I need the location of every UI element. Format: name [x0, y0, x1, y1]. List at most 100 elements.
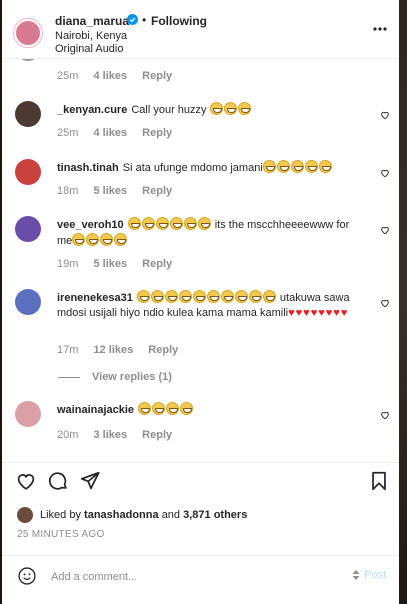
comment-like-icon[interactable]	[380, 168, 390, 178]
comment-body: Si ata ufunge mdomo jamani	[122, 162, 263, 174]
background-strip	[399, 0, 407, 604]
view-replies-button[interactable]: View replies (1)	[58, 371, 172, 383]
commenter-username[interactable]: tinash.tinah	[57, 162, 119, 174]
comment-likes[interactable]: 4 likes	[93, 70, 127, 82]
post-button[interactable]: Post	[364, 569, 386, 581]
post-control: Post	[351, 569, 386, 581]
comment-like-icon[interactable]	[380, 225, 390, 235]
comment-time: 25m	[57, 70, 79, 82]
reply-button[interactable]: Reply	[148, 344, 178, 356]
reply-button[interactable]: Reply	[142, 127, 172, 139]
laughing-emoji-icon	[209, 102, 223, 115]
comment-icon[interactable]	[47, 470, 69, 492]
commenter-avatar[interactable]	[15, 216, 41, 242]
comment-text: tinash.tinah Si ata ufunge mdomo jamani	[57, 160, 367, 176]
post-timestamp[interactable]: 25 MINUTES AGO	[17, 529, 105, 540]
liked-by-prefix: Liked by	[40, 509, 81, 521]
laughing-emoji-icon	[220, 290, 234, 303]
audio-link[interactable]: Original Audio	[55, 43, 124, 55]
laughing-emoji-icon	[166, 402, 180, 415]
author-username[interactable]: diana_marua	[55, 14, 129, 28]
smiley-icon[interactable]	[17, 566, 37, 586]
post-location[interactable]: Nairobi, Kenya	[55, 30, 127, 42]
laughing-emoji-icon	[138, 402, 152, 415]
laughing-emoji-icon	[180, 402, 194, 415]
comment-like-icon[interactable]	[380, 110, 390, 120]
comment-input-divider	[2, 555, 399, 556]
red-heart-icon: ♥	[303, 307, 310, 319]
share-icon[interactable]	[79, 470, 101, 492]
comment-like-icon[interactable]	[380, 298, 390, 308]
laughing-emoji-icon	[150, 290, 164, 303]
comment-text: _kenyan.cure Call your huzzy	[57, 102, 367, 118]
bookmark-icon[interactable]	[368, 470, 390, 492]
comment-likes[interactable]: 5 likes	[93, 258, 127, 270]
liker-avatar[interactable]	[17, 507, 33, 523]
comment-like-icon[interactable]	[380, 410, 390, 420]
comment-text: vee_veroh10 its the mscchheeeewww for me	[57, 217, 367, 249]
laughing-emoji-icon	[206, 290, 220, 303]
heart-outline-icon[interactable]	[15, 470, 37, 492]
comment-likes[interactable]: 4 likes	[93, 127, 127, 139]
post-comments-panel: diana_marua • Following Nairobi, Kenya O…	[2, 0, 399, 604]
laughing-emoji-icon	[72, 233, 86, 246]
likes-count[interactable]: 3,871 others	[183, 509, 247, 521]
reply-button[interactable]: Reply	[142, 185, 172, 197]
liker-username[interactable]: tanashadonna	[84, 509, 159, 521]
laughing-emoji-icon	[304, 160, 318, 173]
commenter-username[interactable]: irenenekesa31	[57, 292, 133, 304]
comment-meta: 17m 12 likes Reply	[57, 344, 190, 356]
commenter-avatar	[15, 59, 41, 61]
author-avatar[interactable]	[13, 18, 43, 48]
comment-meta: 19m 5 likes Reply	[57, 258, 184, 270]
comment-likes[interactable]: 3 likes	[93, 429, 127, 441]
laughing-emoji-icon	[178, 290, 192, 303]
laughing-emoji-icon	[164, 290, 178, 303]
red-heart-icon: ♥	[295, 307, 303, 319]
red-heart-icon: ♥	[333, 307, 340, 319]
comment-meta: 20m 3 likes Reply	[57, 429, 184, 441]
laughing-emoji-icon	[248, 290, 262, 303]
comment-time: 17m	[57, 344, 79, 356]
laughing-emoji-icon	[234, 290, 248, 303]
laughing-emoji-icon	[127, 217, 141, 230]
commenter-username[interactable]: vee_veroh10	[57, 219, 124, 231]
comment-time: 20m	[57, 429, 79, 441]
reply-button[interactable]: Reply	[142, 70, 172, 82]
reply-button[interactable]: Reply	[142, 429, 172, 441]
comment-text: irenenekesa31 utakuwa sawa mdosi usijali…	[57, 290, 367, 321]
commenter-avatar[interactable]	[15, 401, 41, 427]
comment-likes[interactable]: 5 likes	[93, 185, 127, 197]
comment-time: 19m	[57, 258, 79, 270]
commenter-avatar[interactable]	[15, 289, 41, 315]
laughing-emoji-icon	[136, 290, 150, 303]
more-horizontal-icon[interactable]	[372, 22, 388, 36]
commenter-avatar[interactable]	[15, 159, 41, 185]
laughing-emoji-icon	[197, 217, 211, 230]
comment-likes[interactable]: 12 likes	[93, 344, 133, 356]
comment-meta: 25m 4 likes Reply	[57, 127, 184, 139]
comment-meta: 25m 4 likes Reply	[57, 70, 184, 82]
comments-list[interactable]: 25m 4 likes Reply _kenyan.cure Call your …	[2, 59, 399, 461]
comment-text: wainainajackie	[57, 402, 367, 418]
replies-divider-line	[58, 376, 80, 378]
following-button[interactable]: Following	[151, 14, 207, 28]
comment-input[interactable]	[49, 567, 343, 587]
laughing-emoji-icon	[183, 217, 197, 230]
red-heart-icon: ♥	[310, 307, 318, 319]
reply-button[interactable]: Reply	[142, 258, 172, 270]
laughing-emoji-icon	[276, 160, 290, 173]
comment-meta: 18m 5 likes Reply	[57, 185, 184, 197]
liked-by-text: Liked by tanashadonna and 3,871 others	[40, 509, 247, 521]
verified-badge-icon	[127, 14, 138, 25]
laughing-emoji-icon	[237, 102, 251, 115]
red-heart-icon: ♥	[340, 307, 348, 319]
commenter-avatar[interactable]	[15, 101, 41, 127]
laughing-emoji-icon	[262, 290, 276, 303]
comment-body: Call your huzzy	[131, 104, 207, 116]
commenter-username[interactable]: wainainajackie	[57, 404, 134, 416]
commenter-username[interactable]: _kenyan.cure	[57, 104, 127, 116]
post-actions	[2, 470, 399, 500]
liked-by-and: and	[161, 509, 181, 521]
red-heart-icon: ♥	[325, 307, 333, 319]
